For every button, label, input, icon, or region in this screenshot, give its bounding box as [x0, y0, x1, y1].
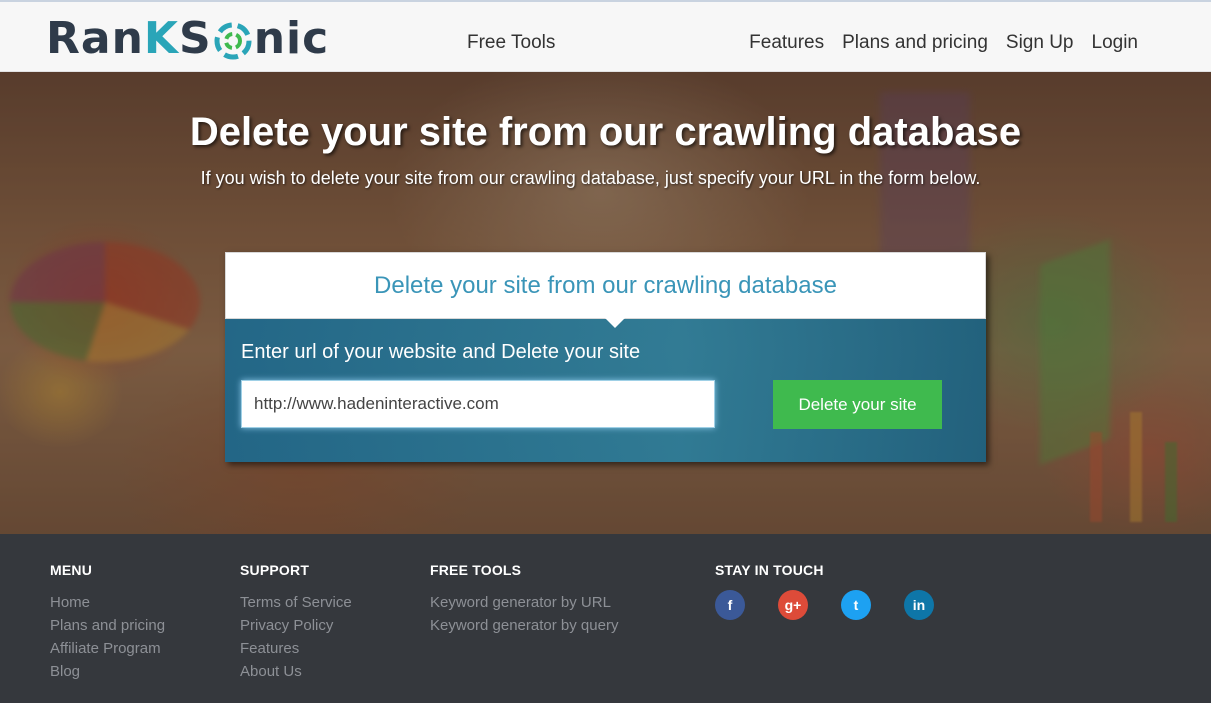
logo-text-ran: Ran: [46, 12, 144, 64]
nav-login[interactable]: Login: [1092, 32, 1139, 54]
nav-features[interactable]: Features: [749, 32, 824, 54]
url-label: Enter url of your website and Delete you…: [241, 341, 641, 363]
footer-stay-in-touch-title: STAY IN TOUCH: [715, 562, 824, 578]
footer-social-column: STAY IN TOUCH f g+ t in: [715, 562, 934, 620]
nav-sign-up[interactable]: Sign Up: [1006, 32, 1074, 54]
bg-bar-shape: [1090, 432, 1102, 522]
nav-plans-pricing[interactable]: Plans and pricing: [842, 32, 988, 54]
footer-support-column: SUPPORT Terms of Service Privacy Policy …: [240, 562, 352, 683]
footer-free-tools-column: FREE TOOLS Keyword generator by URL Keyw…: [430, 562, 618, 637]
footer-link-keyword-url[interactable]: Keyword generator by URL: [430, 591, 618, 614]
logo-text-s: S: [179, 12, 212, 64]
footer-link-terms[interactable]: Terms of Service: [240, 591, 352, 614]
facebook-icon[interactable]: f: [715, 590, 745, 620]
bg-bar-shape: [1040, 239, 1110, 465]
footer-link-privacy[interactable]: Privacy Policy: [240, 614, 352, 637]
footer-link-features[interactable]: Features: [240, 637, 352, 660]
linkedin-icon[interactable]: in: [904, 590, 934, 620]
footer-support-title: SUPPORT: [240, 562, 310, 578]
google-plus-icon[interactable]: g+: [778, 590, 808, 620]
footer-link-affiliate[interactable]: Affiliate Program: [50, 637, 165, 660]
delete-site-button[interactable]: Delete your site: [773, 380, 942, 429]
footer-menu-column: MENU Home Plans and pricing Affiliate Pr…: [50, 562, 165, 683]
top-header: Ran K S nic Free Tools Features Plans an…: [0, 0, 1211, 72]
footer: MENU Home Plans and pricing Affiliate Pr…: [0, 534, 1211, 703]
form-heading: Delete your site from our crawling datab…: [225, 252, 986, 319]
nav-free-tools[interactable]: Free Tools: [467, 32, 555, 54]
delete-site-form-card: Delete your site from our crawling datab…: [225, 252, 986, 462]
ranksonic-logo[interactable]: Ran K S nic: [46, 12, 330, 64]
form-body: Enter url of your website and Delete you…: [225, 318, 986, 462]
footer-link-blog[interactable]: Blog: [50, 660, 165, 683]
logo-swirl-icon: [213, 21, 253, 61]
page-subtitle: If you wish to delete your site from our…: [200, 168, 981, 188]
logo-text-nic: nic: [253, 12, 330, 64]
footer-link-keyword-query[interactable]: Keyword generator by query: [430, 614, 618, 637]
main-nav: Features Plans and pricing Sign Up Login: [749, 32, 1138, 54]
page-title: Delete your site from our crawling datab…: [189, 110, 1022, 154]
footer-link-home[interactable]: Home: [50, 591, 165, 614]
twitter-icon[interactable]: t: [841, 590, 871, 620]
footer-link-plans-pricing[interactable]: Plans and pricing: [50, 614, 165, 637]
footer-menu-title: MENU: [50, 562, 93, 578]
hero-section: Delete your site from our crawling datab…: [0, 72, 1211, 534]
url-input[interactable]: [241, 380, 715, 428]
logo-text-k: K: [143, 12, 180, 64]
footer-free-tools-title: FREE TOOLS: [430, 562, 522, 578]
bg-bar-shape: [1130, 412, 1142, 522]
social-icons: f g+ t in: [715, 590, 934, 620]
footer-link-about[interactable]: About Us: [240, 660, 352, 683]
bg-pie-chart: [10, 242, 200, 362]
bg-bar-shape: [1165, 442, 1177, 522]
